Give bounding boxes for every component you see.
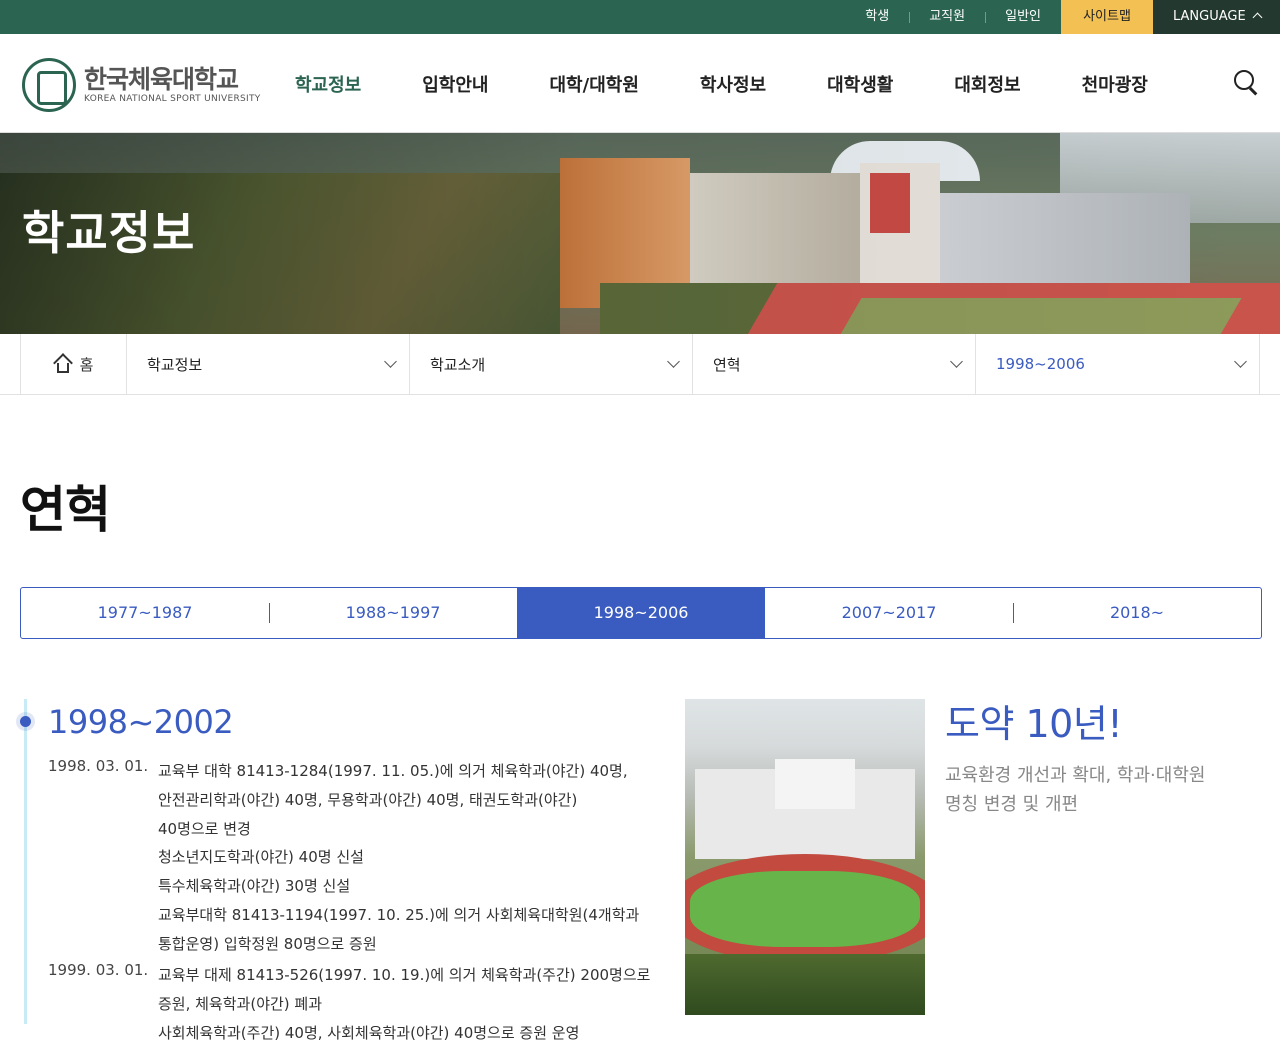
entry-line: 청소년지도학과(야간) 40명 신설 [158, 848, 364, 867]
campus-photo [685, 699, 925, 1015]
nav-item-campus-life[interactable]: 대학생활 [827, 71, 893, 97]
entry-date: 1998. 03. 01. [48, 757, 149, 775]
breadcrumb-home-label: 홈 [79, 355, 94, 374]
timeline-rail [24, 699, 27, 1024]
sitemap-button[interactable]: 사이트맵 [1061, 0, 1153, 34]
nav-item-admissions[interactable]: 입학안내 [422, 71, 488, 97]
entry-line: 교육부대학 81413-1194(1997. 10. 25.)에 의거 사회체육… [158, 905, 640, 924]
chevron-down-icon [1234, 355, 1247, 368]
logo-korean-name: 한국체육대학교 [84, 65, 239, 94]
nav-item-academics[interactable]: 학사정보 [700, 71, 766, 97]
breadcrumb-level3-label: 연혁 [713, 355, 741, 374]
university-logo[interactable]: 한국체육대학교 KOREA NATIONAL SPORT UNIVERSITY [22, 58, 261, 112]
chevron-down-icon [667, 355, 680, 368]
hero-title: 학교정보 [22, 206, 196, 260]
entry-date: 1999. 03. 01. [48, 961, 149, 979]
breadcrumb-dropdown-level3[interactable]: 연혁 [693, 334, 976, 394]
language-label: LANGUAGE [1173, 9, 1246, 24]
chevron-down-icon [384, 355, 397, 368]
utility-link-public[interactable]: 일반인 [985, 0, 1061, 34]
breadcrumb-level2-label: 학교소개 [430, 355, 486, 374]
breadcrumb-dropdown-level4[interactable]: 1998~2006 [976, 334, 1260, 394]
feature-headline: 도약 10년! [945, 702, 1123, 746]
logo-english-name: KOREA NATIONAL SPORT UNIVERSITY [84, 94, 261, 104]
entry-line: 통합운영) 입학정원 80명으로 증원 [158, 934, 377, 953]
chevron-up-icon [1252, 12, 1263, 23]
period-tabs: 1977~1987 1988~1997 1998~2006 2007~2017 … [20, 587, 1262, 639]
entry-line: 교육부 대학 81413-1284(1997. 11. 05.)에 의거 체육학… [158, 762, 628, 780]
timeline-dot [16, 712, 35, 731]
utility-link-student[interactable]: 학생 [845, 0, 909, 34]
breadcrumb-home[interactable]: 홈 [20, 334, 127, 394]
history-timeline: 1998~2002 1998. 03. 01. 교육부 대학 81413-128… [16, 699, 660, 1042]
entry-line: 교육부 대제 81413-526(1997. 10. 19.)에 의거 체육학과… [158, 966, 651, 984]
breadcrumb-dropdown-level1[interactable]: 학교정보 [127, 334, 410, 394]
tab-1977-1987[interactable]: 1977~1987 [21, 588, 269, 638]
period-feature: 도약 10년! 교육환경 개선과 확대, 학과·대학원 명칭 변경 및 개편 [945, 699, 1205, 819]
feature-description: 교육환경 개선과 확대, 학과·대학원 명칭 변경 및 개편 [945, 761, 1205, 819]
entry-line: 특수체육학과(야간) 30명 신설 [158, 877, 351, 896]
nav-item-competitions[interactable]: 대회정보 [954, 71, 1020, 97]
nav-item-colleges[interactable]: 대학/대학원 [550, 71, 639, 97]
tab-2018[interactable]: 2018~ [1013, 588, 1261, 638]
language-button[interactable]: LANGUAGE [1153, 0, 1280, 34]
tab-2007-2017[interactable]: 2007~2017 [765, 588, 1013, 638]
main-header: 한국체육대학교 KOREA NATIONAL SPORT UNIVERSITY … [0, 34, 1280, 133]
nav-item-school-info[interactable]: 학교정보 [295, 71, 361, 97]
emblem-icon [22, 58, 76, 112]
timeline-range: 1998~2002 [48, 703, 234, 741]
home-icon [52, 353, 73, 373]
hero-banner: 학교정보 [0, 133, 1280, 334]
utility-links: 학생 교직원 일반인 사이트맵 LANGUAGE [845, 0, 1280, 34]
entry-line: 안전관리학과(야간) 40명, 무용학과(야간) 40명, 태권도학과(야간) [158, 790, 578, 809]
feature-description-line: 교육환경 개선과 확대, 학과·대학원 [945, 765, 1206, 786]
breadcrumb-level4-label: 1998~2006 [996, 355, 1085, 373]
tab-1998-2006[interactable]: 1998~2006 [517, 588, 765, 638]
nav-item-community[interactable]: 천마광장 [1082, 71, 1148, 97]
breadcrumb-level1-label: 학교정보 [147, 355, 203, 374]
entry-line: 40명으로 변경 [158, 819, 251, 838]
entry-line: 증원, 체육학과(야간) 폐과 [158, 994, 323, 1013]
entry-line: 사회체육학과(주간) 40명, 사회체육학과(야간) 40명으로 증원 운영 [158, 1023, 580, 1042]
main-navigation: 학교정보 입학안내 대학/대학원 학사정보 대학생활 대회정보 천마광장 [295, 34, 1209, 133]
breadcrumb: 홈 학교정보 학교소개 연혁 1998~2006 [0, 334, 1280, 395]
tab-1988-1997[interactable]: 1988~1997 [269, 588, 517, 638]
utility-bar: 학생 교직원 일반인 사이트맵 LANGUAGE [0, 0, 1280, 34]
utility-link-staff[interactable]: 교직원 [909, 0, 985, 34]
search-icon[interactable] [1234, 70, 1260, 96]
chevron-down-icon [950, 355, 963, 368]
feature-description-line: 명칭 변경 및 개편 [945, 794, 1079, 815]
breadcrumb-dropdown-level2[interactable]: 학교소개 [410, 334, 693, 394]
page-title: 연혁 [20, 481, 111, 539]
